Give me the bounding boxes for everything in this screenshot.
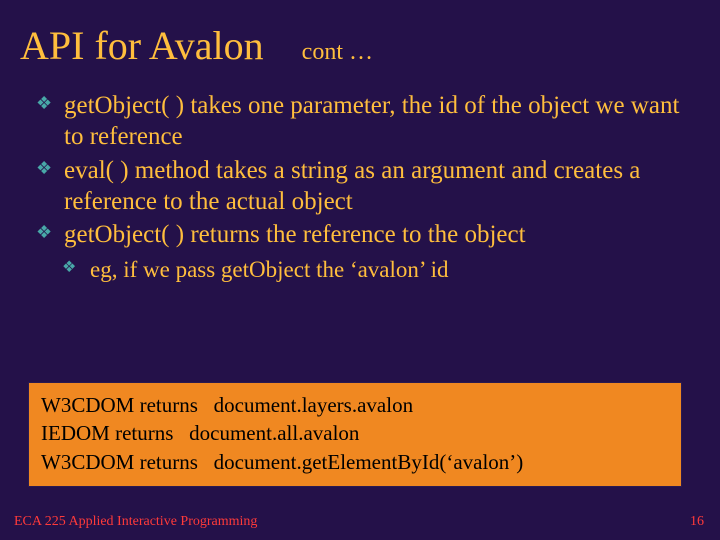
title-row: API for Avalon cont … xyxy=(20,22,373,69)
footer-page-number: 16 xyxy=(690,514,704,530)
slide-subtitle: cont … xyxy=(302,39,373,66)
slide: API for Avalon cont … getObject( ) takes… xyxy=(0,0,720,540)
bullet-level1: getObject( ) takes one parameter, the id… xyxy=(36,90,690,153)
sub-bullets: eg, if we pass getObject the ‘avalon’ id xyxy=(62,256,690,285)
code-line: W3CDOM returns document.layers.avalon xyxy=(41,391,669,419)
bullet-level1: eval( ) method takes a string as an argu… xyxy=(36,155,690,218)
code-box: W3CDOM returns document.layers.avalon IE… xyxy=(28,382,682,487)
footer-course: ECA 225 Applied Interactive Programming xyxy=(14,514,257,530)
slide-body: getObject( ) takes one parameter, the id… xyxy=(36,90,690,285)
bullet-level2: eg, if we pass getObject the ‘avalon’ id xyxy=(62,256,690,285)
slide-title: API for Avalon xyxy=(20,22,264,69)
code-line: W3CDOM returns document.getElementById(‘… xyxy=(41,448,669,476)
bullet-level1: getObject( ) returns the reference to th… xyxy=(36,219,690,250)
code-line: IEDOM returns document.all.avalon xyxy=(41,419,669,447)
